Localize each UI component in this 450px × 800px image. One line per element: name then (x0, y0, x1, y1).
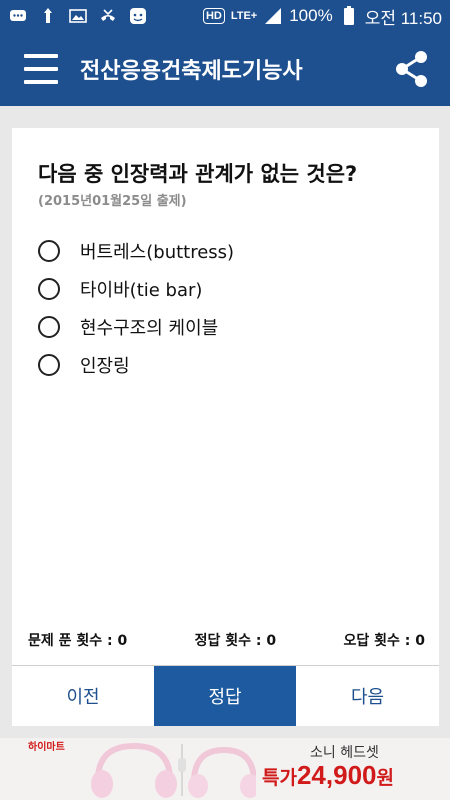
app-title: 전산응용건축제도기능사 (80, 59, 303, 84)
ad-price: 특가 24,900 원 (262, 760, 394, 791)
menu-icon[interactable] (24, 54, 58, 84)
wrong-count: 오답 횟수 : 0 (343, 633, 425, 649)
option-3[interactable]: 현수구조의 케이블 (38, 308, 234, 346)
face-icon (128, 7, 148, 25)
share-icon[interactable] (394, 50, 430, 88)
answer-button[interactable]: 정답 (154, 666, 296, 726)
answer-options: 버트레스(buttress) 타이바(tie bar) 현수구조의 케이블 인장… (38, 232, 234, 384)
radio-button[interactable] (38, 354, 60, 376)
battery-percent: 100% (289, 6, 333, 25)
signal-icon (263, 7, 283, 25)
nav-buttons: 이전 정답 다음 (12, 666, 439, 726)
stats-row: 문제 푼 횟수 : 0 정답 횟수 : 0 오답 횟수 : 0 (12, 630, 439, 650)
question-date: (2015년01월25일 출제) (38, 194, 187, 209)
question-card: 다음 중 인장력과 관계가 없는 것은? (2015년01월25일 출제) 버트… (12, 128, 439, 726)
next-button[interactable]: 다음 (296, 666, 439, 726)
solved-count: 문제 푼 횟수 : 0 (28, 633, 128, 649)
ad-brand-logo: 하이마트 (28, 742, 65, 753)
hd-voice-badge: HD (202, 8, 225, 24)
radio-button[interactable] (38, 278, 60, 300)
price-unit: 원 (376, 767, 394, 789)
image-icon (68, 7, 88, 25)
option-1[interactable]: 버트레스(buttress) (38, 232, 234, 270)
chat-icon (8, 7, 28, 25)
option-4[interactable]: 인장링 (38, 346, 234, 384)
app-bar: 전산응용건축제도기능사 (0, 32, 450, 106)
ad-title: 소니 헤드셋 (310, 745, 379, 761)
option-label: 현수구조의 케이블 (80, 318, 219, 339)
missed-call-icon (98, 7, 118, 25)
status-bar: HD LTE+ 100% 오전 11:50 (0, 0, 450, 32)
option-label: 버트레스(buttress) (80, 242, 235, 263)
question-text: 다음 중 인장력과 관계가 없는 것은? (38, 162, 358, 186)
dropbox-icon (38, 7, 58, 25)
prev-button[interactable]: 이전 (12, 666, 154, 726)
ad-banner[interactable]: 하이마트 소니 헤드셋 특가 24,900 원 (0, 738, 450, 800)
option-label: 인장링 (80, 356, 130, 377)
price-prefix: 특가 (262, 767, 297, 789)
headphones-image (91, 742, 256, 798)
correct-count: 정답 횟수 : 0 (194, 633, 277, 649)
radio-button[interactable] (38, 240, 60, 262)
radio-button[interactable] (38, 316, 60, 338)
battery-icon (339, 6, 359, 25)
option-label: 타이바(tie bar) (80, 280, 203, 301)
price-number: 24,900 (296, 760, 377, 790)
clock: 오전 11:50 (364, 8, 442, 28)
lte-indicator: LTE+ (230, 9, 258, 22)
option-2[interactable]: 타이바(tie bar) (38, 270, 234, 308)
